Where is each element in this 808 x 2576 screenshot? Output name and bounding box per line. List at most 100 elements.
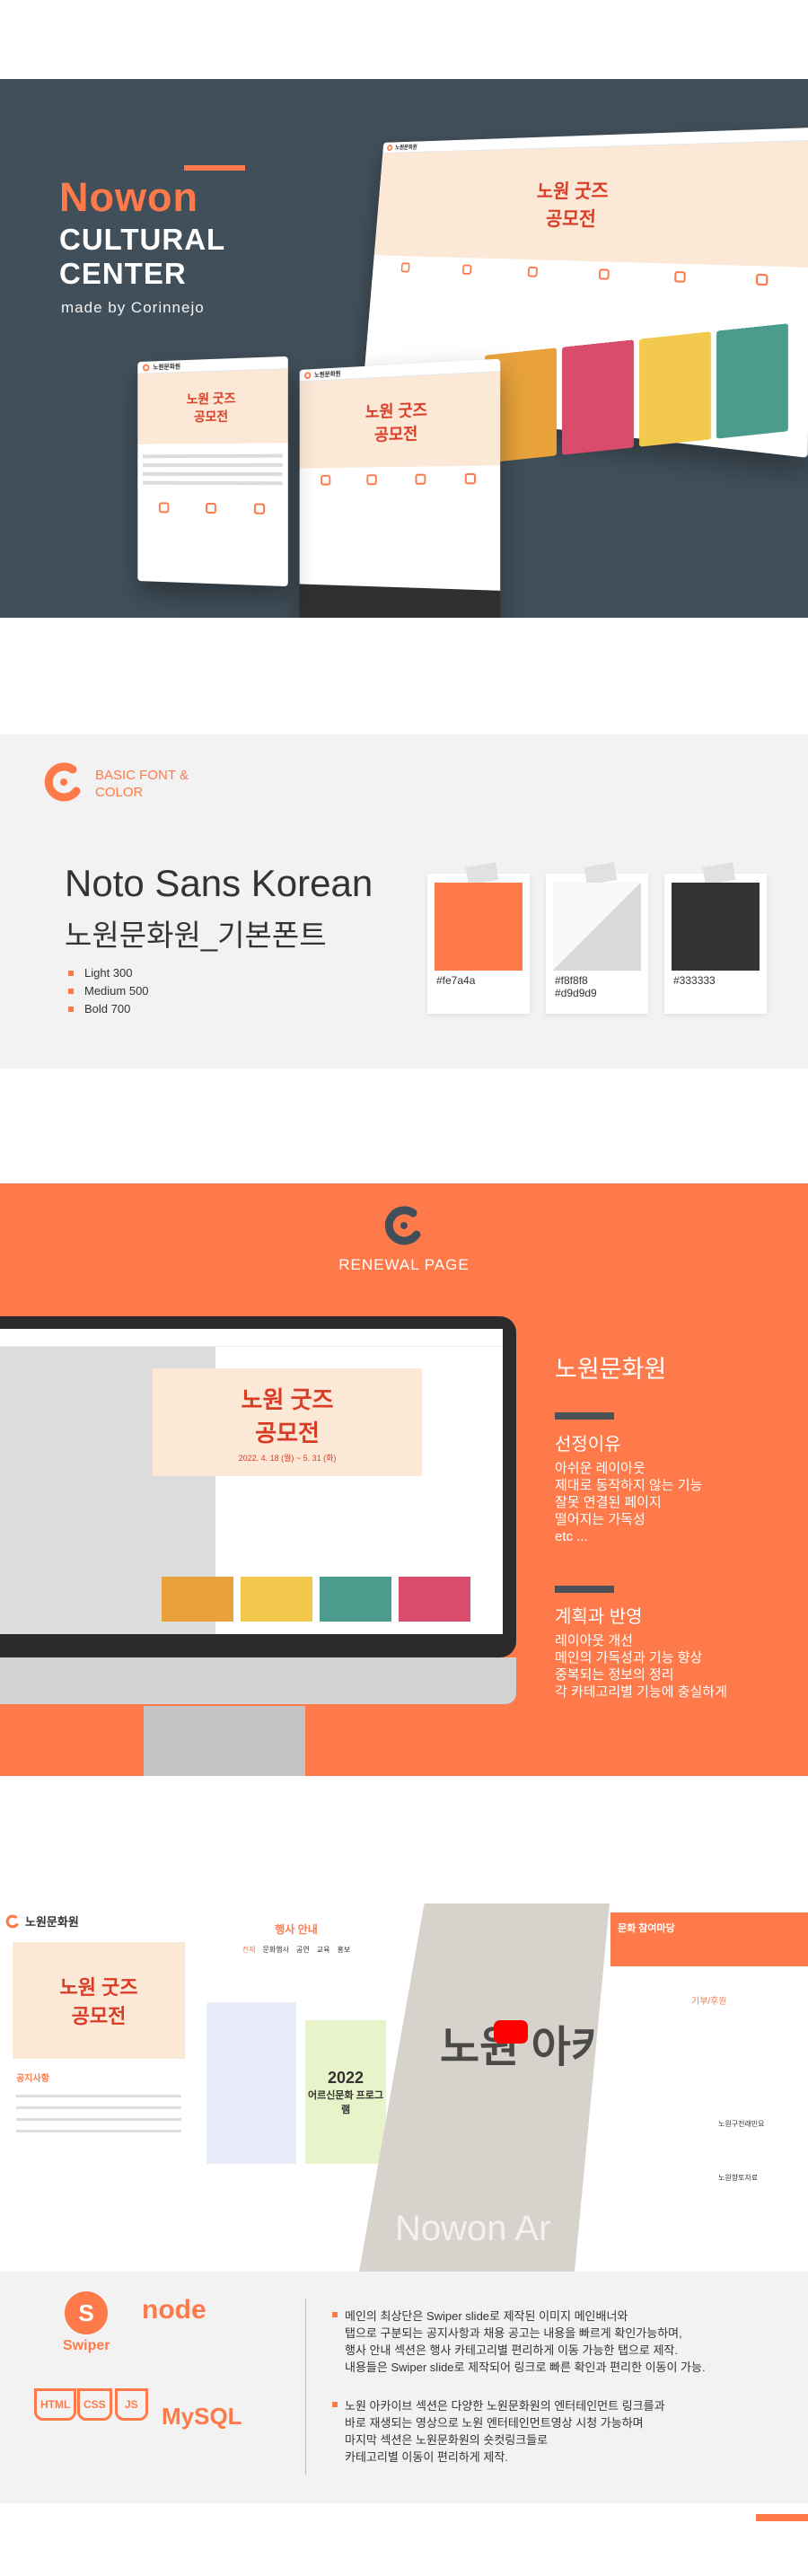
tablet-mockup: 노원문화원 노원 굿즈 공모전 bbox=[300, 359, 501, 618]
basic-section-label: BASIC FONT & COLOR bbox=[95, 767, 189, 801]
reason-list: 아쉬운 레이아웃 제대로 동작하지 않는 기능 잘못 연결된 페이지 떨어지는 … bbox=[555, 1460, 702, 1545]
color-swatch-dark: #333333 bbox=[664, 874, 767, 1014]
monitor-mockup: 노원 굿즈 공모전 2022. 4. 18 (월) ~ 5. 31 (화) bbox=[0, 1316, 516, 1657]
weight-label: Bold 700 bbox=[84, 1002, 130, 1015]
logo-icon bbox=[143, 364, 150, 371]
event-title: 행사 안내 bbox=[275, 1923, 318, 1936]
swiper-icon: S bbox=[65, 2291, 108, 2334]
menu-icon bbox=[598, 268, 609, 279]
phone-mockup: 노원문화원 노원 굿즈 공모전 bbox=[137, 356, 288, 586]
screen-banner-line1: 노원 굿즈 bbox=[242, 1382, 334, 1415]
css3-icon: CSS bbox=[77, 2388, 112, 2421]
swatch-code: #fe7a4a bbox=[436, 974, 475, 987]
reason-heading: 선정이유 bbox=[555, 1429, 621, 1455]
tablet-banner-line2: 공모전 bbox=[374, 421, 417, 445]
shortcut-item[interactable]: 노원향토자료 bbox=[718, 2173, 758, 2183]
tab-promotion[interactable]: 홍보 bbox=[337, 1945, 350, 1955]
showcase-panel-shortcuts: 문화 참여마당 기부/후원 노원구전래민요 노원향토자료 bbox=[575, 1903, 808, 2272]
youtube-play-icon[interactable] bbox=[494, 2020, 528, 2044]
poster-thumb bbox=[716, 323, 788, 438]
poster-story bbox=[206, 2002, 296, 2164]
tablet-banner-line1: 노원 굿즈 bbox=[365, 398, 427, 424]
poster-text: 어르신문화 프로그램 bbox=[305, 2088, 386, 2116]
shortcut-title: 문화 참여마당 bbox=[618, 1923, 675, 1934]
note-line: 마지막 섹션은 노원문화원의 숏컷링크들로 bbox=[332, 2431, 665, 2449]
tab-education[interactable]: 교육 bbox=[317, 1945, 330, 1955]
showcase-banner: 노원 굿즈 공모전 bbox=[13, 1942, 185, 2059]
basic-font-color-section: BASIC FONT & COLOR Noto Sans Korean 노원문화… bbox=[0, 734, 808, 1068]
tape-decoration bbox=[584, 862, 618, 885]
bullet-square-icon bbox=[68, 971, 74, 976]
phone-logo: 노원문화원 bbox=[153, 362, 180, 372]
weight-label: Medium 500 bbox=[84, 984, 149, 998]
font-weight-item: Light 300 bbox=[68, 966, 149, 980]
plan-item: 메인의 가독성과 기능 향상 bbox=[555, 1649, 727, 1666]
plan-heading: 계획과 반영 bbox=[555, 1602, 643, 1628]
menu-icon bbox=[415, 474, 426, 485]
banner-line1: 노원 굿즈 bbox=[59, 1972, 137, 2000]
note-line: 행사 안내 섹션은 행사 카테고리별 편리하게 이동 가능한 탭으로 제작. bbox=[332, 2342, 706, 2359]
hero-title-cultural: CULTURAL bbox=[59, 223, 225, 257]
nowon-c-logo-icon bbox=[383, 1205, 425, 1246]
poster-thumb bbox=[639, 331, 711, 446]
screen-banner: 노원 굿즈 공모전 2022. 4. 18 (월) ~ 5. 31 (화) bbox=[153, 1368, 422, 1476]
plan-list: 레이아웃 개선 메인의 가독성과 기능 향상 중복되는 정보의 정리 각 카테고… bbox=[555, 1632, 727, 1701]
menu-icon bbox=[206, 503, 216, 514]
swatch-code: #f8f8f8 #d9d9d9 bbox=[555, 974, 597, 999]
mockup-banner-line2: 공모전 bbox=[545, 204, 596, 232]
screen-banner-line2: 공모전 bbox=[255, 1415, 320, 1448]
note-line: 카테고리별 이동이 편리하게 제작. bbox=[332, 2449, 665, 2466]
shortcut-item[interactable]: 기부/후원 bbox=[691, 1993, 727, 2007]
note-line: 노원 아카이브 섹션은 다양한 노원문화원의 엔터테인먼트 링크를과 bbox=[332, 2397, 665, 2414]
menu-icon bbox=[159, 502, 169, 513]
note-block-2: 노원 아카이브 섹션은 다양한 노원문화원의 엔터테인먼트 링크를과 바로 재생… bbox=[332, 2397, 665, 2466]
shortcut-item[interactable]: 노원구전래민요 bbox=[718, 2119, 765, 2129]
tablet-icon-row bbox=[300, 465, 501, 492]
heading-bar bbox=[555, 1586, 614, 1593]
js-icon: JS bbox=[115, 2388, 148, 2421]
screen-banner-dates: 2022. 4. 18 (월) ~ 5. 31 (화) bbox=[239, 1452, 337, 1464]
renewal-label: RENEWAL PAGE bbox=[0, 1256, 808, 1274]
renewal-site-title: 노원문화원 bbox=[555, 1350, 666, 1385]
color-swatch-gray: #f8f8f8 #d9d9d9 bbox=[546, 874, 648, 1014]
reason-item: 잘못 연결된 페이지 bbox=[555, 1494, 702, 1511]
hero-made-by: made by Corinnejo bbox=[61, 299, 205, 317]
showcase-panel-home: 노원문화원 노원 굿즈 공모전 공지사항 bbox=[0, 1903, 198, 2272]
swatch-chip bbox=[435, 883, 523, 971]
swatch-chip bbox=[672, 883, 760, 971]
tab-all[interactable]: 전체 bbox=[242, 1945, 256, 1955]
tab-performance[interactable]: 공연 bbox=[296, 1945, 310, 1955]
monitor-screen: 노원 굿즈 공모전 2022. 4. 18 (월) ~ 5. 31 (화) bbox=[0, 1329, 503, 1634]
archive-bg-text: Nowon Ar bbox=[395, 2209, 550, 2249]
plan-item: 각 카테고리별 기능에 충실하게 bbox=[555, 1684, 727, 1701]
logo-text: 노원문화원 bbox=[25, 1912, 79, 1930]
notice-title: 공지사항 bbox=[16, 2074, 49, 2084]
monitor-stand bbox=[144, 1706, 305, 1776]
poster-year: 2022 bbox=[328, 2069, 364, 2088]
shortcut-header: 문화 참여마당 bbox=[610, 1912, 808, 1966]
screen-nav bbox=[0, 1329, 503, 1347]
bullet-square-icon bbox=[68, 989, 74, 994]
tablet-footer bbox=[300, 584, 501, 618]
mockup-logo: 노원문화원 bbox=[395, 143, 417, 151]
logo-icon bbox=[387, 145, 393, 151]
screen-posters bbox=[162, 1577, 470, 1622]
bullet-square-icon bbox=[68, 1007, 74, 1012]
note-line: 내용들은 Swiper slide로 제작되어 링크로 빠른 확인과 편리한 이… bbox=[332, 2359, 706, 2376]
menu-icon bbox=[528, 267, 538, 277]
logo-icon bbox=[5, 1914, 20, 1929]
notice-block: 공지사항 bbox=[0, 2062, 198, 2149]
color-swatch-orange: #fe7a4a bbox=[427, 874, 530, 1014]
menu-icon bbox=[400, 262, 409, 272]
note-line: 바로 재생되는 영상으로 노원 엔터테인먼트영상 시청 가능하며 bbox=[332, 2414, 665, 2431]
mockup-banner-line1: 노원 굿즈 bbox=[536, 175, 609, 203]
poster-thumb bbox=[562, 339, 634, 454]
corner-accent-bar bbox=[756, 2514, 808, 2521]
tablet-logo: 노원문화원 bbox=[314, 369, 341, 379]
hero-title-nowon: Nowon bbox=[59, 174, 198, 221]
reason-item: 제대로 동작하지 않는 기능 bbox=[555, 1477, 702, 1494]
tab-culture[interactable]: 문화행사 bbox=[263, 1945, 289, 1955]
vertical-divider bbox=[305, 2299, 306, 2475]
note-line: 탭으로 구분되는 공지사항과 채용 공고는 내용을 빠르게 확인가능하며, bbox=[332, 2325, 706, 2342]
tech-notes-section: S Swiper node HTML CSS JS MySQL 메인의 최상단은… bbox=[0, 2272, 808, 2503]
